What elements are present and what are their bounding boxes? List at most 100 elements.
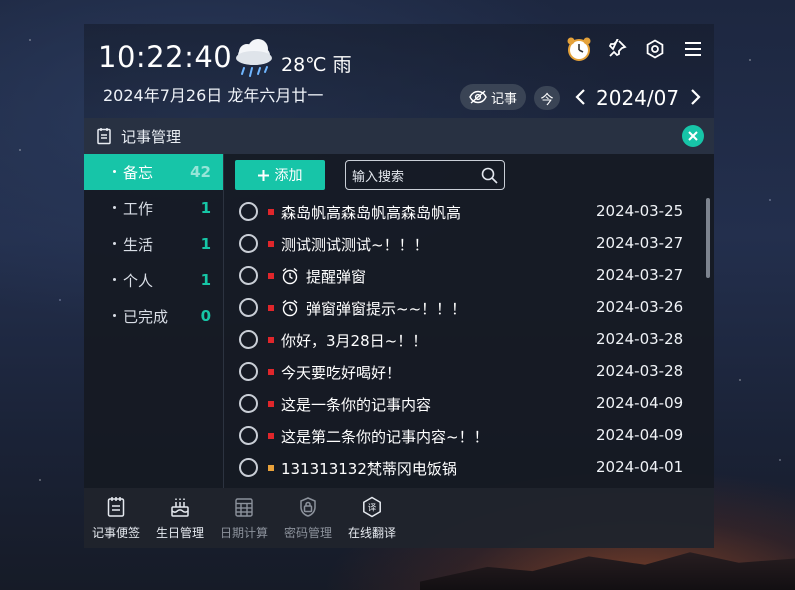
note-date: 2024-03-27 — [596, 234, 684, 252]
add-note-button[interactable]: 添加 — [235, 160, 325, 190]
list-item[interactable]: 测试测试测试~！！！ 2024-03-27 — [232, 228, 704, 260]
complete-checkbox[interactable] — [239, 266, 258, 285]
sidebar-item-count: 1 — [200, 235, 211, 253]
bullet-icon — [113, 206, 116, 209]
priority-marker — [268, 337, 274, 343]
complete-checkbox[interactable] — [239, 202, 258, 221]
close-icon — [688, 131, 698, 141]
note-text: 你好，3月28日~！！ — [281, 332, 428, 350]
sidebar-item-count: 1 — [200, 271, 211, 289]
search-icon[interactable] — [481, 167, 498, 184]
note-text: 这是第二条你的记事内容~！！ — [281, 428, 489, 446]
bullet-icon — [113, 314, 116, 317]
sidebar-item-memo[interactable]: 备忘 42 — [84, 154, 223, 190]
pin-icon[interactable] — [604, 36, 630, 62]
priority-marker — [268, 465, 274, 471]
translate-icon: 译 — [363, 496, 381, 517]
sidebar-item-count: 0 — [200, 307, 211, 325]
note-date: 2024-03-26 — [596, 298, 684, 316]
note-date: 2024-04-09 — [596, 394, 684, 412]
next-month-button[interactable] — [686, 84, 706, 110]
alarm-clock-icon[interactable] — [566, 36, 592, 62]
notepad-icon — [107, 496, 125, 517]
priority-marker — [268, 369, 274, 375]
bullet-icon — [113, 242, 116, 245]
notebook-icon — [95, 127, 113, 145]
panel-title: 记事管理 — [121, 127, 182, 146]
complete-checkbox[interactable] — [239, 458, 258, 477]
sidebar-item-label: 个人 — [123, 271, 154, 290]
cake-icon — [171, 498, 189, 517]
calendar-grid-icon — [235, 497, 253, 517]
search-placeholder: 输入搜索 — [352, 169, 405, 185]
plus-icon — [257, 169, 269, 181]
note-date: 2024-03-27 — [596, 266, 684, 284]
weather-summary: 28℃ 雨 — [281, 50, 352, 77]
list-item[interactable]: 131313132梵蒂冈电饭锅 2024-04-01 — [232, 452, 704, 484]
clock-time: 10:22:40 — [98, 40, 233, 74]
complete-checkbox[interactable] — [239, 426, 258, 445]
list-item[interactable]: 森岛帆高森岛帆高森岛帆高 2024-03-25 — [232, 196, 704, 228]
header: 10:22:40 28℃ 雨 2024年7月26日 龙年六月廿一 记事 今 20… — [84, 24, 714, 118]
note-text: 这是一条你的记事内容 — [281, 396, 432, 414]
sidebar-item-life[interactable]: 生活 1 — [84, 226, 223, 262]
list-scrollbar[interactable] — [706, 198, 710, 278]
complete-checkbox[interactable] — [239, 362, 258, 381]
complete-checkbox[interactable] — [239, 394, 258, 413]
sidebar-item-label: 生活 — [123, 235, 154, 254]
svg-text:译: 译 — [368, 503, 377, 513]
tool-label: 密码管理 — [283, 525, 332, 540]
today-button[interactable]: 今 — [534, 86, 560, 110]
note-text: 森岛帆高森岛帆高森岛帆高 — [281, 204, 462, 222]
sidebar-item-work[interactable]: 工作 1 — [84, 190, 223, 226]
tool-translate[interactable]: 译 在线翻译 — [340, 488, 404, 548]
mountain-silhouette — [420, 552, 795, 590]
alarm-icon — [282, 299, 298, 317]
current-month[interactable]: 2024/07 — [596, 86, 679, 110]
note-date: 2024-04-09 — [596, 426, 684, 444]
complete-checkbox[interactable] — [239, 234, 258, 253]
chevron-left-icon — [575, 89, 585, 105]
note-visibility-toggle[interactable]: 记事 — [460, 84, 526, 110]
sidebar-item-label: 备忘 — [123, 163, 154, 182]
menu-icon[interactable] — [680, 36, 706, 62]
tool-password[interactable]: 密码管理 — [276, 488, 340, 548]
window-controls — [566, 36, 706, 62]
list-item[interactable]: 这是一条你的记事内容 2024-04-09 — [232, 388, 704, 420]
list-item[interactable]: 提醒弹窗 2024-03-27 — [232, 260, 704, 292]
cloud-rain-icon — [236, 39, 272, 77]
note-text: 弹窗弹窗提示~~！！！ — [306, 300, 467, 318]
note-text: 131313132梵蒂冈电饭锅 — [281, 460, 457, 478]
tool-birthday[interactable]: 生日管理 — [148, 488, 212, 548]
tool-notes[interactable]: 记事便签 — [84, 488, 148, 548]
list-item[interactable]: 弹窗弹窗提示~~！！！ 2024-03-26 — [232, 292, 704, 324]
temperature: 28℃ — [281, 54, 327, 76]
complete-checkbox[interactable] — [239, 330, 258, 349]
chevron-right-icon — [691, 89, 701, 105]
category-sidebar: 备忘 42 工作 1 生活 1 个人 1 已完成 0 — [84, 154, 224, 488]
list-item[interactable]: 你好，3月28日~！！ 2024-03-28 — [232, 324, 704, 356]
tool-label: 日期计算 — [219, 525, 268, 540]
tool-bar: 记事便签 生日管理 日期计算 密码管理 译 在线翻译 — [84, 488, 714, 548]
search-input[interactable]: 输入搜索 — [345, 160, 505, 190]
sidebar-item-count: 1 — [200, 199, 211, 217]
prev-month-button[interactable] — [570, 84, 590, 110]
complete-checkbox[interactable] — [239, 298, 258, 317]
sidebar-item-personal[interactable]: 个人 1 — [84, 262, 223, 298]
sidebar-item-count: 42 — [190, 163, 211, 181]
lock-icon — [300, 496, 316, 517]
note-date: 2024-03-25 — [596, 202, 684, 220]
calendar-widget: 10:22:40 28℃ 雨 2024年7月26日 龙年六月廿一 记事 今 20… — [84, 24, 714, 548]
tool-date-calc[interactable]: 日期计算 — [212, 488, 276, 548]
list-item[interactable]: 今天要吃好喝好！ 2024-03-28 — [232, 356, 704, 388]
close-panel-button[interactable] — [682, 125, 704, 147]
bullet-icon — [113, 170, 116, 173]
bullet-icon — [113, 278, 116, 281]
settings-hex-icon[interactable] — [642, 36, 668, 62]
weather-condition: 雨 — [332, 54, 352, 76]
sidebar-item-completed[interactable]: 已完成 0 — [84, 298, 223, 334]
sidebar-item-label: 已完成 — [123, 307, 169, 326]
list-item[interactable]: 这是第二条你的记事内容~！！ 2024-04-09 — [232, 420, 704, 452]
note-text: 测试测试测试~！！！ — [281, 236, 429, 254]
panel-titlebar: 记事管理 — [84, 118, 714, 154]
